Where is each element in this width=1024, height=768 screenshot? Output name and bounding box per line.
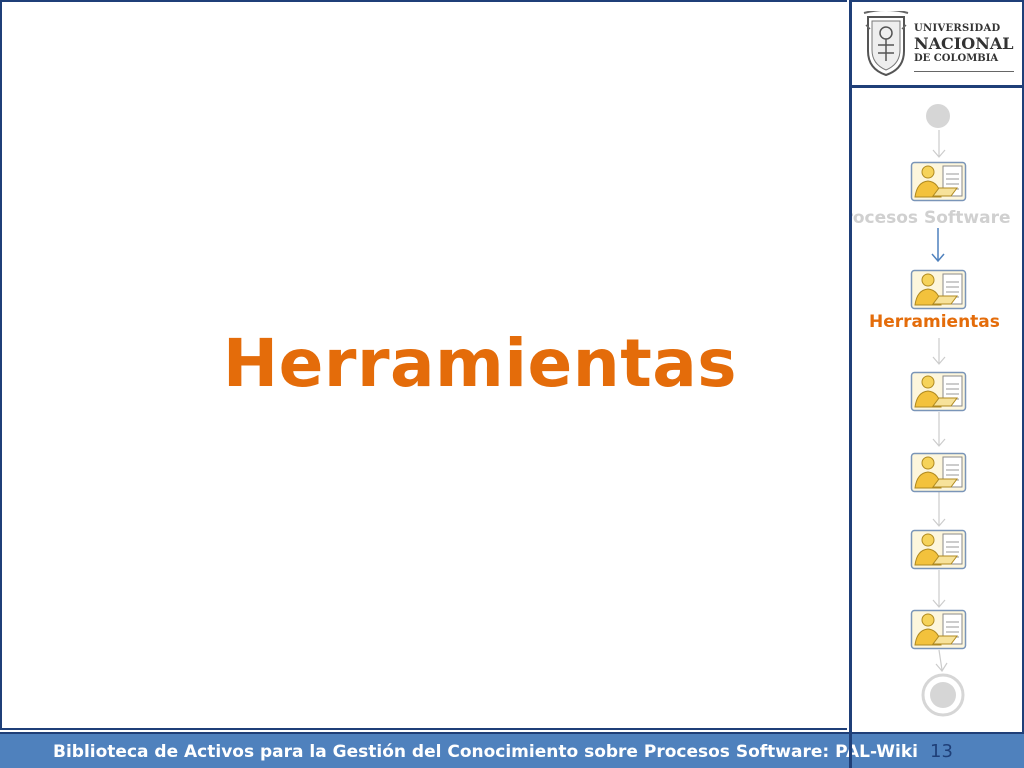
flow-step-icon-current <box>910 269 967 310</box>
flow-step-icon <box>910 371 967 412</box>
process-flow-diagram <box>910 104 967 717</box>
flow-connector <box>932 412 946 447</box>
footer-title: Biblioteca de Activos para la Gestión de… <box>53 742 918 762</box>
flow-step-icon <box>910 161 967 202</box>
flow-connector <box>932 130 946 158</box>
footer-divider <box>849 734 852 768</box>
flow-connector <box>932 570 946 608</box>
process-sidebar: UNIVERSIDAD NACIONAL DE COLOMBIA Proceso… <box>849 0 1024 732</box>
flow-connector-active <box>931 228 945 263</box>
flow-connector <box>932 492 946 527</box>
flow-start-node <box>926 104 950 128</box>
page-number: 13 <box>930 741 953 762</box>
slide-title: Herramientas <box>222 325 738 402</box>
flow-step-label-current: Herramientas <box>869 312 1000 332</box>
slide: Herramientas UNIVERSIDAD NACIONAL DE COL… <box>0 0 1024 768</box>
flow-step-icon <box>910 529 967 570</box>
flow-step-icon <box>910 609 967 650</box>
flow-connector <box>932 338 946 365</box>
flow-step-icon <box>910 452 967 493</box>
flow-connector <box>935 649 948 673</box>
flow-step-label-previous: Procesos Software <box>849 208 1011 228</box>
footer-bar: Biblioteca de Activos para la Gestión de… <box>0 732 1024 768</box>
